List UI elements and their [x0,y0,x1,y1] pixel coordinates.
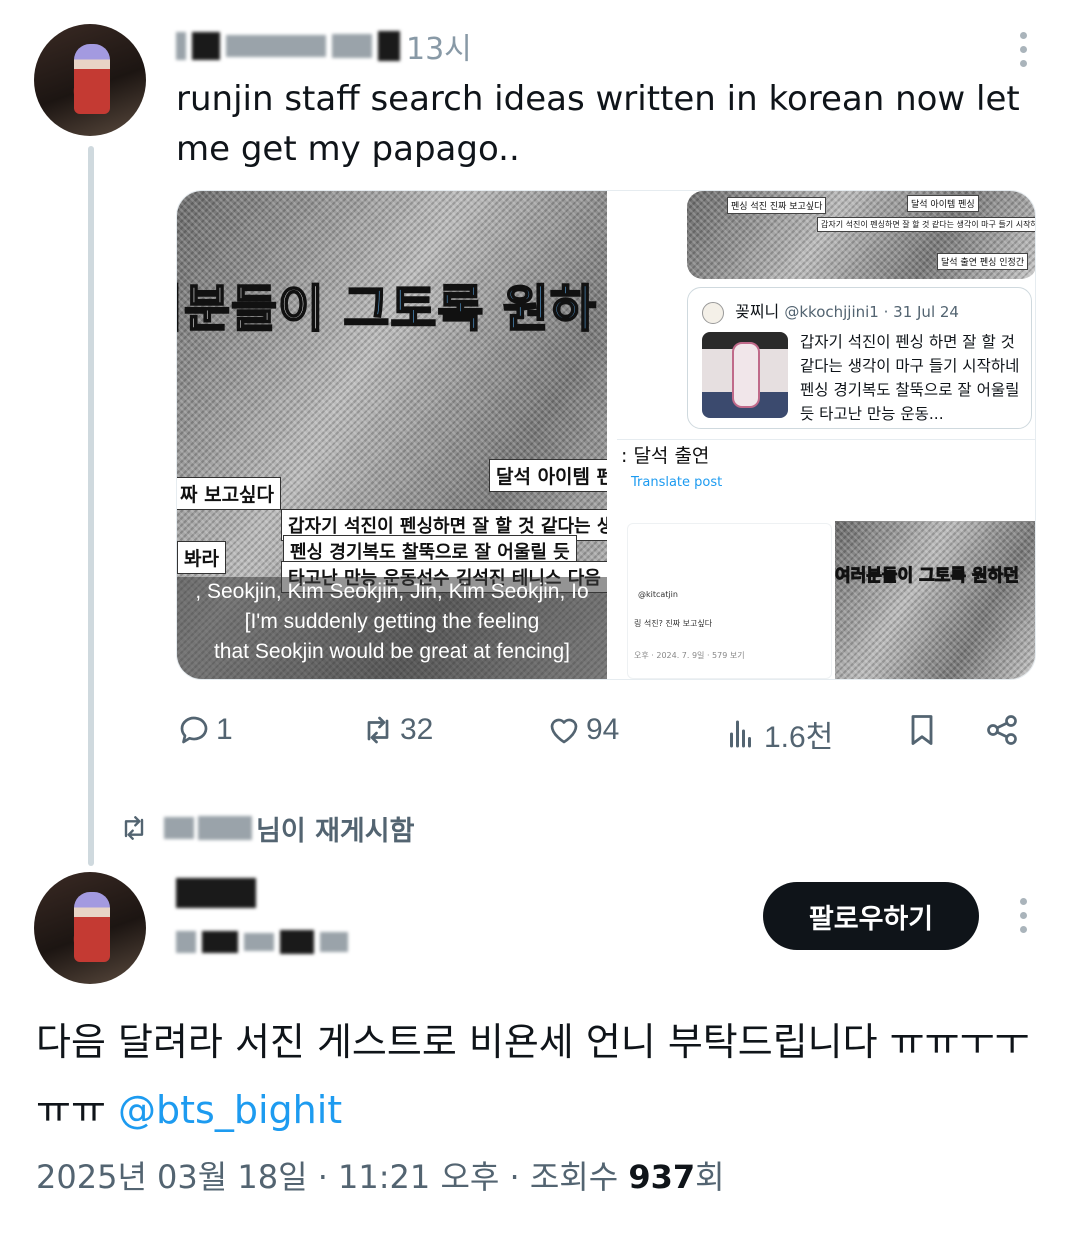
view-count: 937 [628,1158,696,1196]
share-button[interactable] [984,712,1020,748]
author-handle[interactable] [176,930,348,954]
bookmark-button[interactable] [904,712,940,748]
views-button[interactable]: 1.6천 [724,712,833,756]
image-sticker: 달석 아이템 펜 [489,459,607,492]
more-icon[interactable] [1016,32,1030,67]
media-grid[interactable]: 러분들이 그토록 원하 달석 아이템 펜 짜 보고싶다 봐라 갑자기 석진이 펜… [176,190,1036,680]
repost-button[interactable]: 32 [360,712,433,748]
tweet-timestamp[interactable]: 2025년 03월 18일 · 11:21 오후 · 조회수 [36,1158,628,1196]
redacted-name [164,817,194,839]
tweet-author-header[interactable]: 13시 [176,26,472,67]
repost-icon [124,816,144,840]
repost-icon [367,716,389,744]
image-sticker: 짜 보고싶다 [177,477,282,510]
tweet-time: 13시 [406,32,472,67]
like-icon [550,718,578,744]
image-sticker: 봐라 [177,541,226,574]
tweet-text: 다음 달려라 서진 게스트로 비욘세 언니 부탁드립니다 ㅠㅠㅜㅜㅠㅠ @bts… [36,1020,1030,1132]
author-name[interactable] [176,878,256,916]
redacted-name [176,32,186,60]
views-icon [730,720,751,748]
avatar[interactable] [34,872,146,984]
follow-button[interactable]: 팔로우하기 [763,882,979,950]
quote-avatar [702,301,724,324]
collage-bottom: @kitcatjin 링 석진? 진짜 보고싶다 오후 · 2024. 7. 9… [617,521,1035,679]
reply-button[interactable]: 1 [176,712,233,748]
tweet-text: runjin staff search ideas written in kor… [176,79,1020,169]
embedded-quote-card: 꽂찌니 @kkochjjini1 · 31 Jul 24 갑자기 석진이 펜싱 … [687,287,1032,429]
image-headline: 러분들이 그토록 원하 [177,279,597,339]
tweet-meta: 2025년 03월 18일 · 11:21 오후 · 조회수 937회 [36,1158,725,1196]
share-icon [987,715,1017,745]
like-button[interactable]: 94 [546,712,619,748]
thread-line [88,146,94,866]
video-subtitles: , Seokjin, Kim Seokjin, Jin, Kim Seokjin… [177,577,607,679]
media-image-left[interactable]: 러분들이 그토록 원하 달석 아이템 펜 짜 보고싶다 봐라 갑자기 석진이 펜… [177,191,607,679]
translate-post-link: Translate post [631,475,723,490]
bookmark-icon [911,715,933,745]
collage-top: 펜싱 석진 진짜 보고싶다 달석 아이템 펜싱 갑자기 석진이 펜싱하면 잘 할… [687,191,1035,279]
collage-caption: : 달석 출연 [621,445,710,467]
quote-text: 갑자기 석진이 펜싱 하면 잘 할 것 같다는 생각이 마구 들기 시작하네 펜… [800,333,1020,423]
mention-link[interactable]: @bts_bighit [118,1088,342,1132]
reply-icon [180,716,208,744]
tweet-action-bar: 1 32 94 1.6천 [176,706,1036,762]
repost-banner[interactable]: 님이 재게시함 [118,810,414,847]
redacted-name [176,878,256,908]
more-icon[interactable] [1016,898,1030,933]
avatar[interactable] [34,24,146,136]
media-image-right[interactable]: 펜싱 석진 진짜 보고싶다 달석 아이템 펜싱 갑자기 석진이 펜싱하면 잘 할… [617,191,1035,679]
quote-thumbnail [702,332,788,418]
